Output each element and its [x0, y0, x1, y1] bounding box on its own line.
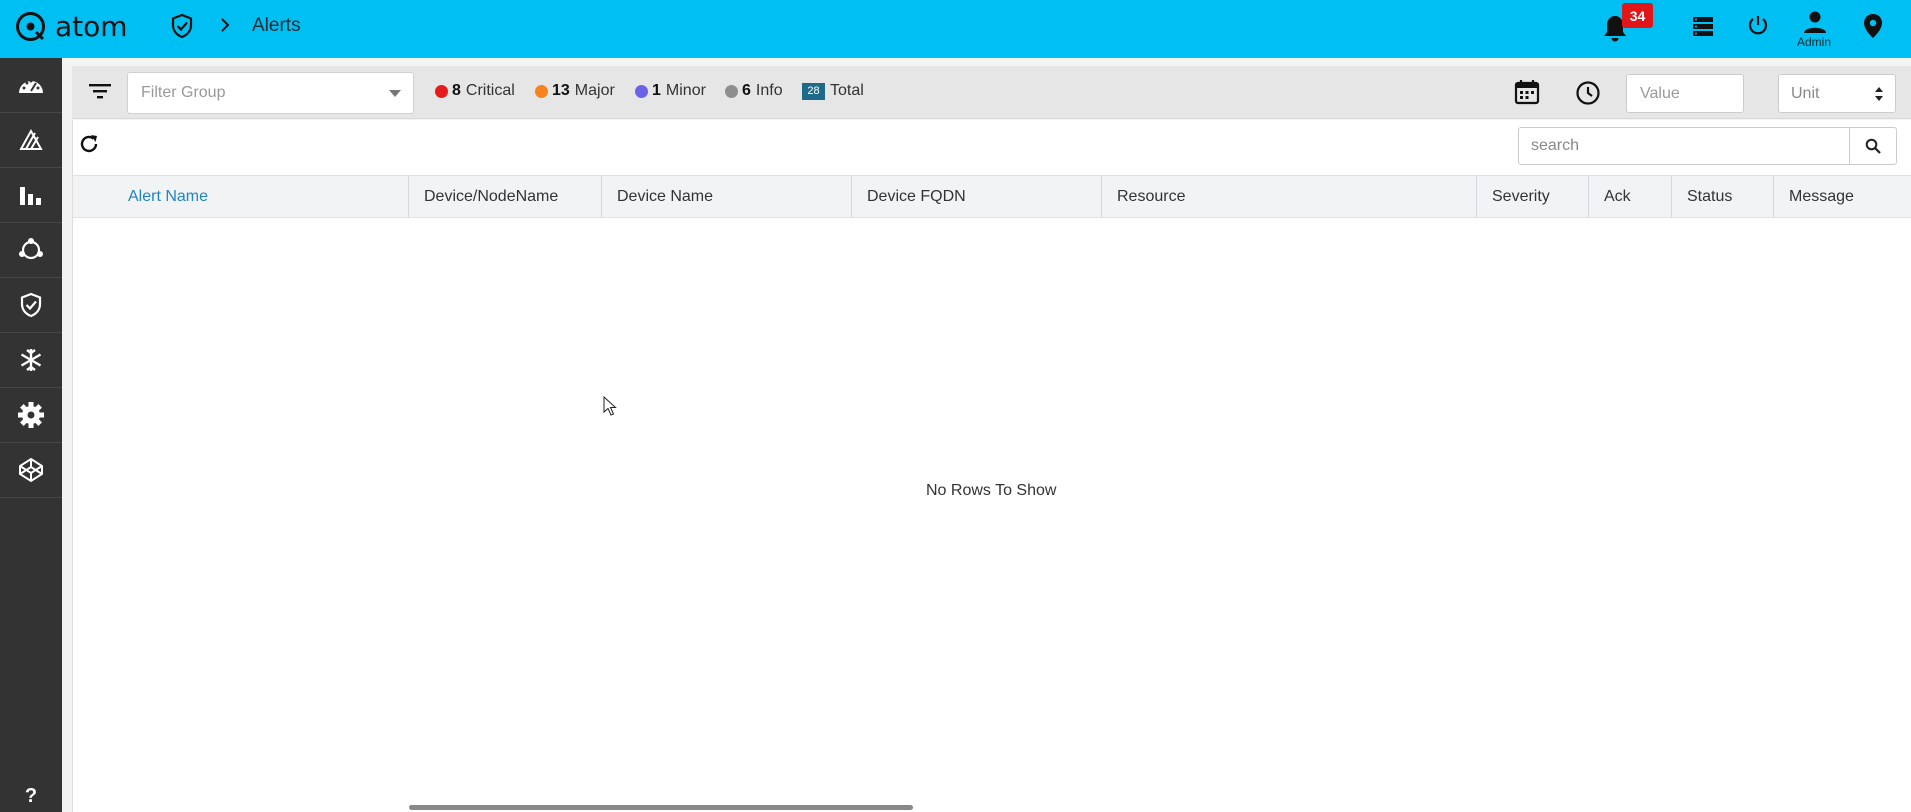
server-list-icon[interactable] [1692, 15, 1714, 37]
user-label[interactable]: Admin [1797, 35, 1831, 49]
column-alert-name[interactable]: Alert Name [128, 176, 408, 218]
severity-info[interactable]: 6 Info [725, 82, 783, 100]
help-button[interactable]: ? [0, 781, 62, 811]
major-dot-icon [535, 84, 548, 98]
sidebar-item-devices[interactable] [0, 113, 62, 168]
column-device-name[interactable]: Device Name [601, 176, 851, 218]
analytics-icon [20, 187, 41, 205]
shield-check-icon[interactable] [171, 14, 193, 38]
page-title: Alerts [252, 15, 301, 36]
severity-minor[interactable]: 1 Minor [635, 82, 706, 100]
unit-label: Unit [1791, 85, 1820, 102]
devices-icon [19, 128, 43, 150]
value-input[interactable] [1626, 74, 1744, 113]
compliance-icon [20, 292, 42, 318]
column-status[interactable]: Status [1671, 176, 1773, 218]
sidebar-item-snowflake[interactable] [0, 333, 62, 388]
total-count: 28 [802, 82, 825, 100]
notification-badge[interactable]: 34 [1622, 3, 1653, 28]
snowflake-icon [20, 349, 42, 371]
atom-logo-icon [16, 12, 45, 41]
refresh-icon[interactable] [77, 132, 101, 156]
chevron-right-icon [221, 18, 230, 32]
search-icon [1865, 138, 1881, 154]
sort-caret-icon [1875, 87, 1883, 101]
sidebar-item-codepen[interactable] [0, 443, 62, 498]
critical-label: Critical [465, 82, 515, 99]
clock-icon[interactable] [1575, 80, 1601, 106]
major-count: 13 [552, 82, 570, 99]
sidebar-item-settings[interactable] [0, 388, 62, 443]
filter-group-select[interactable]: Filter Group [127, 72, 414, 114]
minor-label: Minor [665, 82, 706, 99]
column-device-nodename[interactable]: Device/NodeName [408, 176, 601, 218]
sidebar-item-dashboard[interactable] [0, 58, 62, 113]
location-pin-icon[interactable] [1862, 13, 1884, 39]
empty-state-message: No Rows To Show [926, 482, 1057, 499]
unit-select[interactable]: Unit [1778, 74, 1896, 113]
codepen-icon [19, 457, 43, 483]
info-label: Info [755, 82, 783, 99]
sidebar-item-topology[interactable] [0, 223, 62, 278]
info-count: 6 [742, 82, 751, 99]
column-ack[interactable]: Ack [1588, 176, 1671, 218]
dashboard-icon [19, 79, 43, 93]
column-device-fqdn[interactable]: Device FQDN [851, 176, 1101, 218]
top-bar: atom Alerts 34 Admin [0, 0, 1911, 58]
sidebar: ? [0, 58, 62, 812]
power-icon[interactable] [1746, 13, 1770, 37]
settings-icon [18, 402, 44, 428]
horizontal-scrollbar[interactable] [409, 805, 913, 810]
column-resource[interactable]: Resource [1101, 176, 1476, 218]
search-button[interactable] [1849, 128, 1896, 164]
search-input[interactable] [1519, 128, 1849, 164]
table-header: Alert Name Device/NodeName Device Name D… [73, 175, 1911, 218]
info-dot-icon [725, 84, 738, 98]
user-avatar-icon[interactable] [1801, 10, 1829, 34]
severity-critical[interactable]: 8 Critical [435, 82, 515, 100]
app-name: atom [55, 10, 128, 43]
severity-total[interactable]: 28 Total [802, 82, 864, 100]
topology-icon [19, 238, 43, 260]
alerts-panel: Alert Name Device/NodeName Device Name D… [72, 120, 1911, 812]
column-severity[interactable]: Severity [1476, 176, 1588, 218]
search-box [1518, 127, 1897, 165]
minor-dot-icon [635, 84, 648, 98]
app-logo[interactable]: atom [14, 10, 128, 43]
caret-down-icon [389, 90, 401, 97]
total-label: Total [830, 82, 864, 99]
severity-major[interactable]: 13 Major [535, 82, 615, 100]
mouse-cursor-icon [603, 396, 617, 416]
sidebar-item-analytics[interactable] [0, 168, 62, 223]
minor-count: 1 [652, 82, 661, 99]
calendar-icon[interactable] [1514, 79, 1540, 105]
critical-count: 8 [452, 82, 461, 99]
filter-icon[interactable] [88, 81, 112, 101]
alert-filter-bar: Filter Group 8 Critical 13 Major 1 Minor… [72, 66, 1911, 119]
major-label: Major [574, 82, 615, 99]
column-message[interactable]: Message [1773, 176, 1911, 218]
sidebar-item-compliance[interactable] [0, 278, 62, 333]
filter-group-placeholder: Filter Group [141, 84, 226, 101]
critical-dot-icon [435, 84, 448, 98]
